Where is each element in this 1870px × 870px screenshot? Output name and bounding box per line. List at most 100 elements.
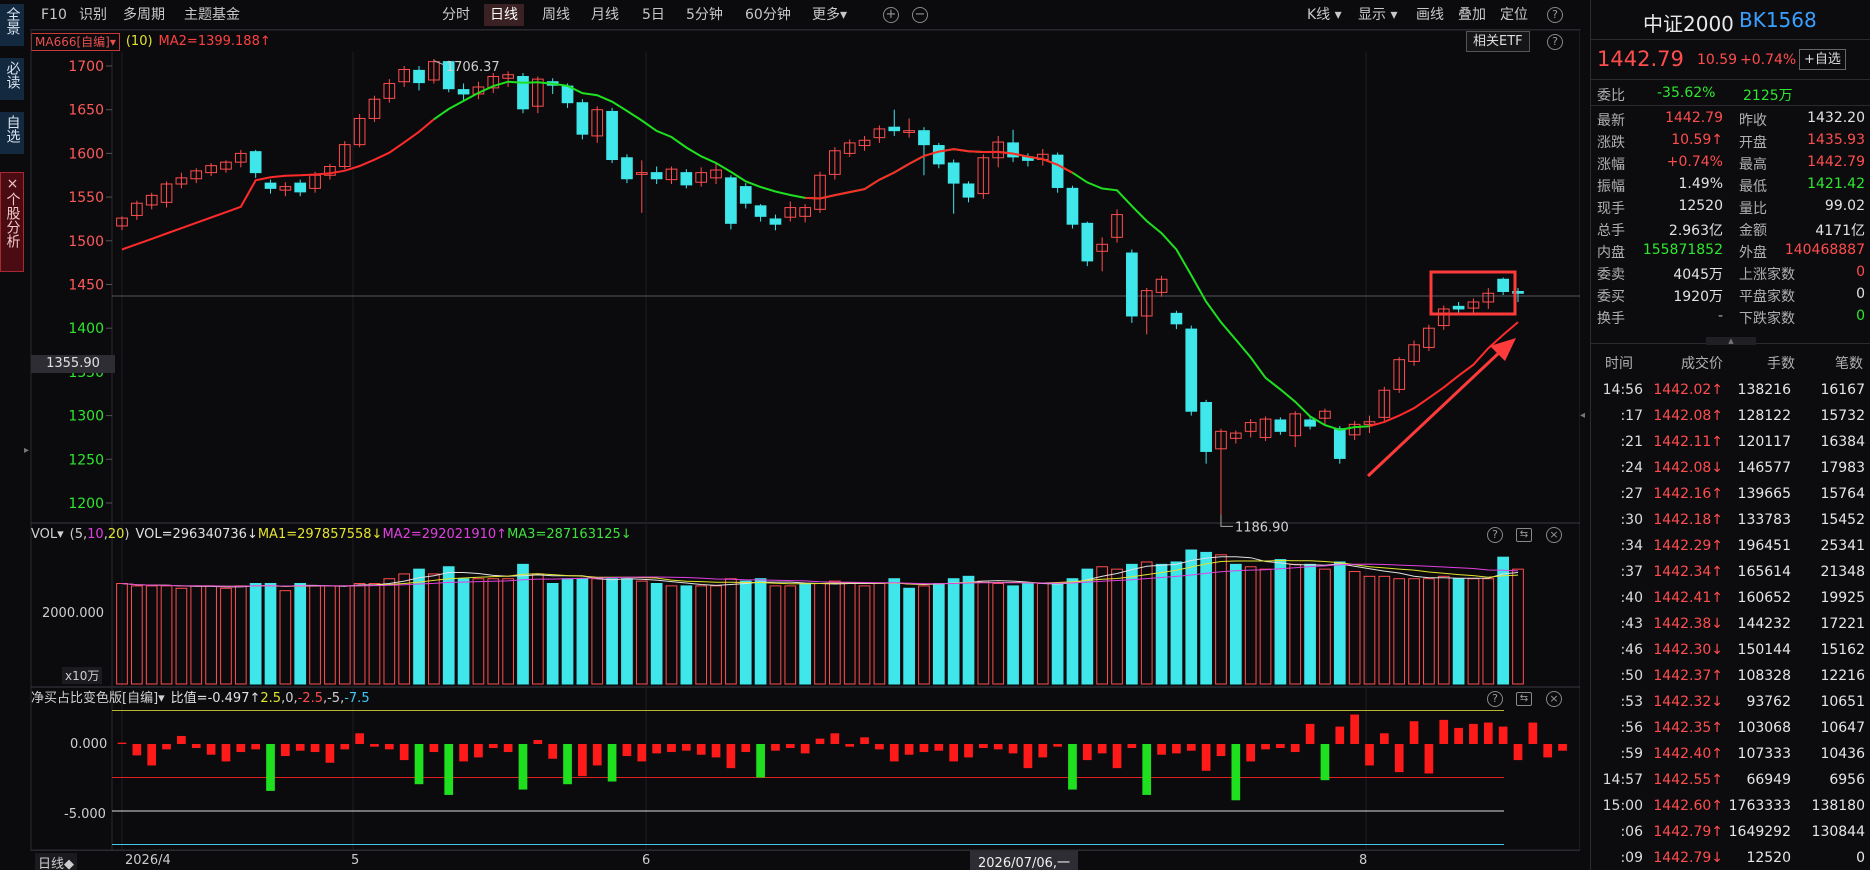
net-buy-bar	[548, 744, 558, 759]
settings-icon[interactable]: ⇆	[1516, 528, 1532, 542]
candle-body	[1051, 154, 1064, 188]
stat-value: 0	[1856, 308, 1865, 324]
trade-row: :09 1442.79↓ 12520 0	[1591, 846, 1870, 870]
ma-lines	[121, 80, 1519, 431]
net-buy-bar	[889, 744, 899, 762]
volume-bar	[932, 583, 945, 685]
candle-body	[1274, 419, 1287, 432]
price-tick: 1550	[68, 190, 104, 206]
divider: ▲	[1591, 334, 1870, 345]
net-buy-bar	[696, 744, 706, 755]
trade-price: 1442.35↑	[1653, 720, 1723, 736]
stat-label: 下跌家数	[1739, 311, 1795, 327]
volume-bar	[472, 578, 485, 685]
candle-body	[294, 182, 307, 193]
trade-header: 时间 成交价 手数 笔数	[1591, 350, 1870, 374]
net-buy-bar	[964, 744, 973, 758]
volume-bar	[1215, 554, 1227, 685]
close-icon[interactable]: ×	[1546, 527, 1562, 543]
volume-bar	[131, 585, 143, 685]
volume-bar	[175, 587, 188, 685]
help-icon[interactable]: ?	[1487, 691, 1503, 707]
net-buy-bar	[1469, 723, 1478, 744]
volume-bar	[992, 583, 1005, 685]
volume-bar	[324, 585, 336, 685]
candle-body	[517, 75, 529, 110]
trade-count: 0	[1856, 850, 1865, 866]
collapse-right-icon[interactable]: ◂	[1580, 410, 1585, 421]
net-axis-label: 0.000	[70, 737, 108, 752]
settings-icon[interactable]: ⇆	[1516, 692, 1532, 706]
volume-bar	[353, 583, 366, 685]
volume-bar	[1170, 561, 1183, 685]
volume-bar	[1319, 568, 1331, 685]
trade-count: 10647	[1820, 720, 1865, 736]
net-buy-bar	[399, 744, 409, 761]
stat-value: 99.02	[1824, 198, 1865, 214]
webi-pct: -35.62%	[1657, 85, 1716, 101]
cursor-date-tag: 2026/07/06,一	[970, 851, 1079, 870]
trade-count: 25341	[1820, 538, 1865, 554]
volume-bar	[1348, 571, 1361, 685]
trade-count: 21348	[1820, 564, 1865, 580]
volume-bar	[279, 590, 292, 685]
net-param: ,0,	[281, 691, 298, 706]
close-icon[interactable]: ×	[1546, 691, 1562, 707]
price-tick: 1400	[68, 321, 104, 337]
net-buy-bar	[533, 739, 543, 744]
volume-bar	[190, 585, 203, 685]
volume-bar	[368, 583, 381, 685]
trade-count: 17221	[1820, 616, 1865, 632]
net-params: 2.5,0,-2.5,-5,-7.5	[260, 688, 369, 710]
price-tick: 1200	[68, 496, 104, 512]
volume-bar	[1126, 563, 1138, 685]
volume-bar	[160, 585, 173, 685]
trade-row: :46 1442.30↓ 150144 15162	[1591, 638, 1870, 664]
stat-value: 1442.79	[1665, 110, 1723, 126]
net-buy-bar	[607, 744, 617, 782]
volume-bar	[1185, 549, 1198, 685]
stat-label: 振幅	[1597, 179, 1625, 195]
net-buy-bar	[979, 744, 988, 749]
trade-row: :59 1442.40↑ 107333 10436	[1591, 742, 1870, 768]
trade-price: 1442.29↑	[1653, 538, 1723, 554]
candles-layer	[116, 59, 1524, 515]
volume-bar	[338, 585, 351, 685]
stat-label: 总手	[1597, 223, 1625, 239]
volume-bar	[1140, 561, 1153, 685]
col-volume: 手数	[1767, 356, 1795, 372]
vol-indicator-select[interactable]: VOL▾	[31, 524, 64, 546]
net-buy-bar	[652, 744, 661, 754]
net-buy-bar	[563, 744, 572, 785]
net-indicator-select[interactable]: 净买占比变色版[自编]▾	[31, 688, 165, 710]
help-icon[interactable]: ?	[1487, 527, 1503, 543]
panel-header: 中证2000 BK1568	[1591, 0, 1870, 40]
net-buy-bar	[281, 744, 290, 757]
trade-volume: 107333	[1737, 746, 1791, 762]
volume-bar	[1304, 563, 1316, 685]
net-buy-bar	[1172, 744, 1181, 754]
trade-time: :53	[1620, 694, 1643, 710]
stat-label: 委买	[1597, 289, 1625, 305]
period-tag[interactable]: 日线◆	[35, 853, 77, 870]
stat-label: 涨跌	[1597, 135, 1625, 151]
net-buy-bar	[1350, 714, 1359, 744]
volume-bar	[1155, 563, 1168, 685]
net-buy-bar	[177, 735, 186, 744]
candle-body	[606, 110, 618, 161]
net-buy-bar	[934, 744, 944, 751]
col-time: 时间	[1605, 356, 1633, 372]
kline-chart[interactable]: 1700165016001550150014501400135013001250…	[0, 0, 1580, 870]
net-buy-bar	[756, 744, 765, 778]
vol-params: (5,10,20)	[70, 524, 130, 546]
price-tick: 1600	[68, 146, 104, 162]
net-buy-bar	[919, 744, 929, 753]
add-watchlist-button[interactable]: +自选	[1799, 49, 1846, 70]
collapse-up-icon[interactable]: ▲	[1706, 337, 1756, 345]
trade-price: 1442.55↑	[1653, 772, 1723, 788]
net-buy-bar	[1365, 744, 1374, 766]
net-buy-bar	[310, 744, 320, 753]
volume-bar	[1408, 578, 1420, 685]
net-buy-bar	[1513, 744, 1523, 761]
volume-bar	[1022, 583, 1034, 685]
